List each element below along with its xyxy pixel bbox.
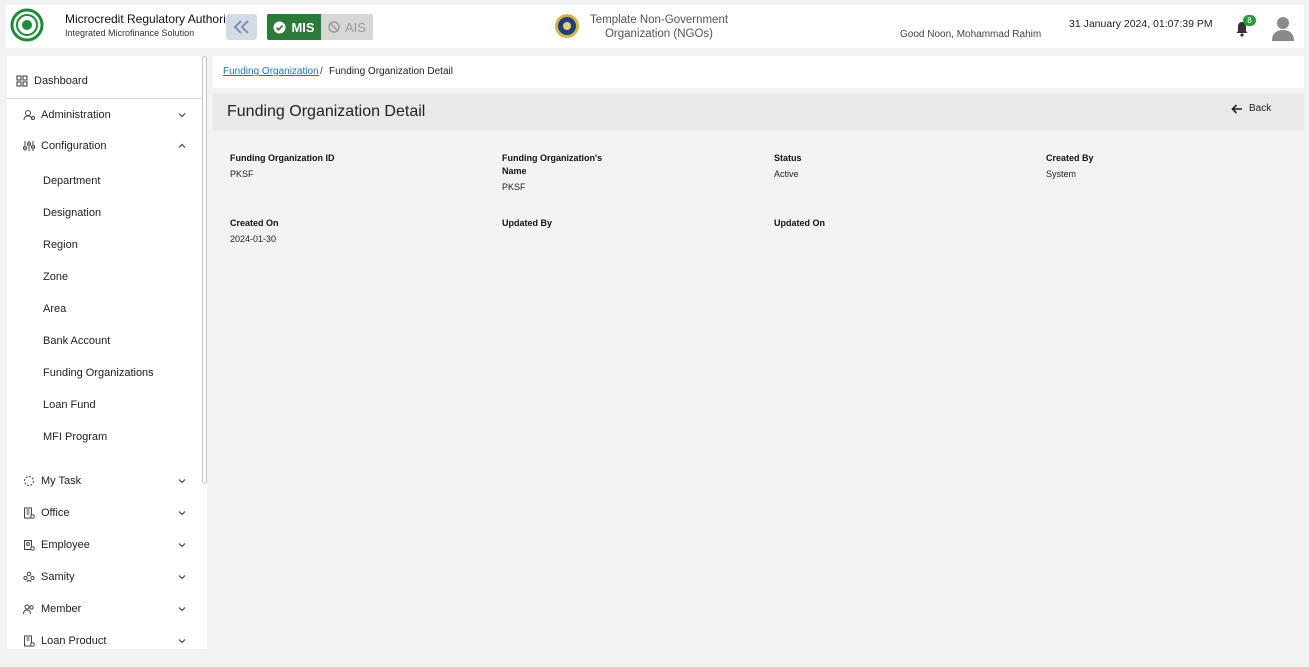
page-title: Funding Organization Detail	[227, 103, 426, 120]
ngo-seal-icon	[555, 14, 579, 38]
field-value-status: Active	[774, 169, 799, 179]
sidebar-item-label: Samity	[41, 571, 75, 583]
ais-toggle-button[interactable]: AIS	[321, 14, 373, 40]
sidebar-subitem-department[interactable]: Department	[43, 175, 100, 187]
breadcrumb-separator: /	[320, 66, 323, 77]
user-avatar-icon[interactable]	[1271, 15, 1295, 41]
breadcrumb: Funding Organization / Funding Organizat…	[213, 56, 1304, 88]
sidebar-subitem-funding-organizations[interactable]: Funding Organizations	[43, 367, 154, 379]
top-header: Microcredit Regulatory Authority Integra…	[6, 5, 1304, 48]
field-value-funding-org-name: PKSF	[502, 182, 526, 192]
chevron-down-icon	[178, 113, 186, 118]
ngo-name: Template Non-Government Organization (NG…	[589, 14, 729, 40]
sidebar-item-label: Dashboard	[34, 75, 88, 87]
back-label: Back	[1249, 103, 1272, 114]
page-title-bar: Funding Organization Detail Back	[213, 94, 1304, 130]
greeting-text: Good Noon, Mohammad Rahim	[900, 29, 1042, 40]
sidebar-item-loan-product[interactable]: Loan Product	[7, 633, 202, 649]
field-label-updated-by: Updated By	[502, 218, 553, 228]
chevron-down-icon	[178, 639, 186, 644]
field-label-created-by: Created By	[1046, 153, 1094, 163]
sidebar-item-label: My Task	[41, 475, 82, 487]
sidebar-subitem-area[interactable]: Area	[43, 303, 66, 315]
chevron-down-icon	[178, 575, 186, 580]
arrow-left-icon	[1231, 103, 1242, 114]
field-value-created-on: 2024-01-30	[230, 234, 277, 244]
sidebar-item-samity[interactable]: Samity	[7, 569, 202, 585]
divider	[7, 98, 202, 99]
grid-icon	[16, 75, 28, 87]
chevron-down-icon	[178, 543, 186, 548]
loan-product-icon	[24, 635, 35, 647]
breadcrumb-link-funding-organization[interactable]: Funding Organization	[223, 66, 319, 77]
mis-toggle-button[interactable]: MIS	[267, 14, 321, 40]
field-label-funding-org-name-line2: Name	[502, 166, 527, 176]
chevron-up-icon	[178, 143, 186, 148]
office-icon	[24, 507, 35, 519]
chevron-down-icon	[178, 607, 186, 612]
field-value-created-by: System	[1046, 169, 1077, 179]
org-subtitle: Integrated Microfinance Solution	[65, 28, 195, 38]
sidebar-item-label: Office	[41, 507, 70, 519]
breadcrumb-current: Funding Organization Detail	[329, 66, 453, 77]
group-icon	[23, 571, 35, 583]
field-label-created-on: Created On	[230, 218, 279, 228]
sidebar-item-my-task[interactable]: My Task	[7, 473, 202, 489]
sidebar-item-label: Employee	[41, 539, 90, 551]
ban-icon	[328, 21, 340, 33]
sidebar-subitem-region[interactable]: Region	[43, 239, 78, 251]
double-chevron-left-icon	[233, 20, 249, 34]
collapse-sidebar-button[interactable]	[226, 14, 257, 40]
sidebar-subitem-bank-account[interactable]: Bank Account	[43, 335, 110, 347]
back-button[interactable]: Back	[1231, 103, 1271, 114]
sidebar-subitem-mfi-program[interactable]: MFI Program	[43, 431, 107, 443]
sidebar-scrollbar[interactable]	[202, 56, 207, 484]
chevron-down-icon	[178, 511, 186, 516]
mis-label: MIS	[291, 19, 315, 35]
sidebar-subitem-zone[interactable]: Zone	[43, 271, 68, 283]
sidebar: Dashboard Administration Configuration D…	[7, 56, 207, 649]
sidebar-item-member[interactable]: Member	[7, 601, 202, 617]
ais-label: AIS	[345, 19, 366, 35]
sidebar-subitem-loan-fund[interactable]: Loan Fund	[43, 399, 96, 411]
chevron-down-icon	[178, 479, 186, 484]
sidebar-subitem-designation[interactable]: Designation	[43, 207, 101, 219]
field-label-status: Status	[774, 153, 802, 163]
sidebar-item-label: Administration	[41, 109, 111, 121]
sidebar-item-label: Loan Product	[41, 635, 107, 647]
sidebar-item-administration[interactable]: Administration	[7, 107, 202, 123]
notification-count-badge: 8	[1243, 15, 1256, 26]
field-label-updated-on: Updated On	[774, 218, 825, 228]
sliders-icon	[23, 141, 35, 151]
mra-logo	[10, 8, 44, 42]
sidebar-item-label: Configuration	[41, 140, 107, 152]
sidebar-item-label: Member	[41, 603, 82, 615]
sidebar-item-office[interactable]: Office	[7, 505, 202, 521]
spinner-icon	[24, 476, 34, 486]
current-datetime: 31 January 2024, 01:07:39 PM	[1069, 18, 1213, 30]
field-value-funding-org-id: PKSF	[230, 169, 254, 179]
employee-icon	[24, 540, 35, 551]
field-label-funding-org-name-line1: Funding Organization's	[502, 153, 603, 163]
org-title: Microcredit Regulatory Authority	[65, 12, 236, 26]
check-circle-icon	[273, 21, 286, 33]
members-icon	[23, 604, 34, 615]
sidebar-item-configuration[interactable]: Configuration	[7, 138, 202, 154]
users-cog-icon	[23, 110, 35, 121]
field-label-funding-org-id: Funding Organization ID	[230, 153, 335, 163]
sidebar-item-employee[interactable]: Employee	[7, 537, 202, 553]
sidebar-item-dashboard[interactable]: Dashboard	[7, 73, 202, 89]
